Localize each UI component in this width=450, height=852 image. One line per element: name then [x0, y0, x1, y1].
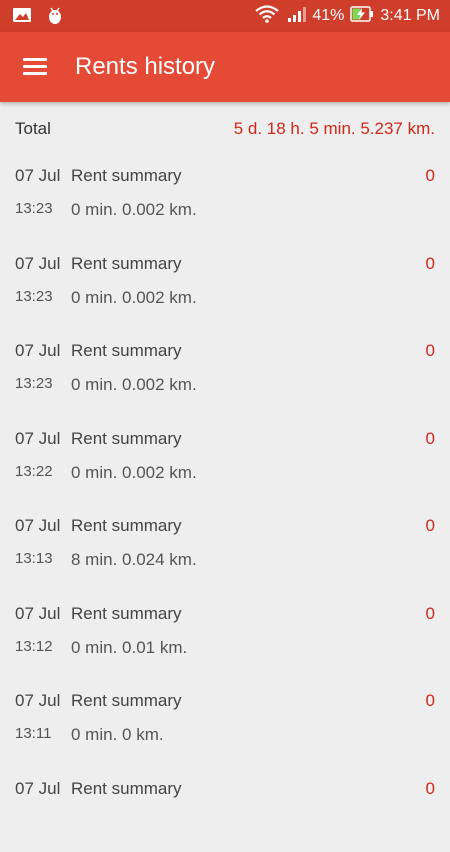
list-item[interactable]: 07 Jul Rent summary 0 13:13 8 min. 0.024…: [0, 502, 450, 590]
rent-amount: 0: [426, 429, 435, 449]
list-item[interactable]: 07 Jul Rent summary 0 13:23 0 min. 0.002…: [0, 327, 450, 415]
rent-date: 07 Jul: [15, 516, 60, 536]
battery-charging-icon: [350, 5, 374, 28]
rent-amount: 0: [426, 779, 435, 799]
rent-details: 0 min. 0.002 km.: [71, 375, 197, 395]
rent-time: 13:11: [15, 725, 51, 742]
battery-percent: 41%: [312, 7, 344, 25]
android-debug-icon: [46, 6, 64, 31]
status-bar: 41% 3:41 PM: [0, 0, 450, 32]
rent-date: 07 Jul: [15, 166, 60, 186]
rent-title: Rent summary: [71, 604, 182, 624]
rent-title: Rent summary: [71, 254, 182, 274]
rent-title: Rent summary: [71, 516, 182, 536]
rent-details: 0 min. 0 km.: [71, 725, 164, 745]
rent-title: Rent summary: [71, 779, 182, 799]
rent-details: 8 min. 0.024 km.: [71, 550, 197, 570]
rent-list: 07 Jul Rent summary 0 13:23 0 min. 0.002…: [0, 152, 450, 852]
total-label: Total: [15, 119, 51, 139]
rent-time: 13:22: [15, 463, 53, 480]
list-item[interactable]: 07 Jul Rent summary 0 13:12 0 min. 0.01 …: [0, 590, 450, 678]
rent-time: 13:13: [15, 550, 53, 567]
rent-details: 0 min. 0.002 km.: [71, 288, 197, 308]
list-item[interactable]: 07 Jul Rent summary 0 13:11 0 min. 0 km.: [0, 677, 450, 765]
rent-date: 07 Jul: [15, 254, 60, 274]
rent-time: 13:23: [15, 200, 53, 217]
rent-amount: 0: [426, 691, 435, 711]
list-item[interactable]: 07 Jul Rent summary 0 13:23 0 min. 0.002…: [0, 240, 450, 328]
rent-title: Rent summary: [71, 691, 182, 711]
rent-date: 07 Jul: [15, 779, 60, 799]
rent-title: Rent summary: [71, 341, 182, 361]
wifi-icon: [254, 4, 280, 29]
notification-icons: [12, 6, 64, 31]
rent-amount: 0: [426, 341, 435, 361]
app-bar: Rents history: [0, 32, 450, 102]
rent-amount: 0: [426, 254, 435, 274]
total-value: 5 d. 18 h. 5 min. 5.237 km.: [234, 119, 435, 139]
status-right: 41% 3:41 PM: [254, 0, 440, 32]
list-item[interactable]: 07 Jul Rent summary 0 13:23 0 min. 0.002…: [0, 152, 450, 240]
rent-date: 07 Jul: [15, 691, 60, 711]
rent-details: 0 min. 0.002 km.: [71, 463, 197, 483]
page-title: Rents history: [75, 32, 215, 102]
rent-title: Rent summary: [71, 166, 182, 186]
rent-time: 13:12: [15, 638, 53, 655]
rent-amount: 0: [426, 516, 435, 536]
clock: 3:41 PM: [380, 7, 440, 25]
list-item[interactable]: 07 Jul Rent summary 0 13:22 0 min. 0.002…: [0, 415, 450, 503]
cell-signal-icon: [286, 5, 306, 28]
gallery-icon: [12, 6, 32, 31]
rent-details: 0 min. 0.01 km.: [71, 638, 187, 658]
rent-time: 13:23: [15, 288, 53, 305]
rent-date: 07 Jul: [15, 604, 60, 624]
rent-time: 13:23: [15, 375, 53, 392]
rent-details: 0 min. 0.002 km.: [71, 200, 197, 220]
rent-title: Rent summary: [71, 429, 182, 449]
total-row: Total 5 d. 18 h. 5 min. 5.237 km.: [0, 102, 450, 152]
rent-date: 07 Jul: [15, 341, 60, 361]
rent-amount: 0: [426, 166, 435, 186]
rent-date: 07 Jul: [15, 429, 60, 449]
hamburger-menu-icon[interactable]: [20, 54, 50, 80]
rent-amount: 0: [426, 604, 435, 624]
list-item[interactable]: 07 Jul Rent summary 0: [0, 765, 450, 852]
